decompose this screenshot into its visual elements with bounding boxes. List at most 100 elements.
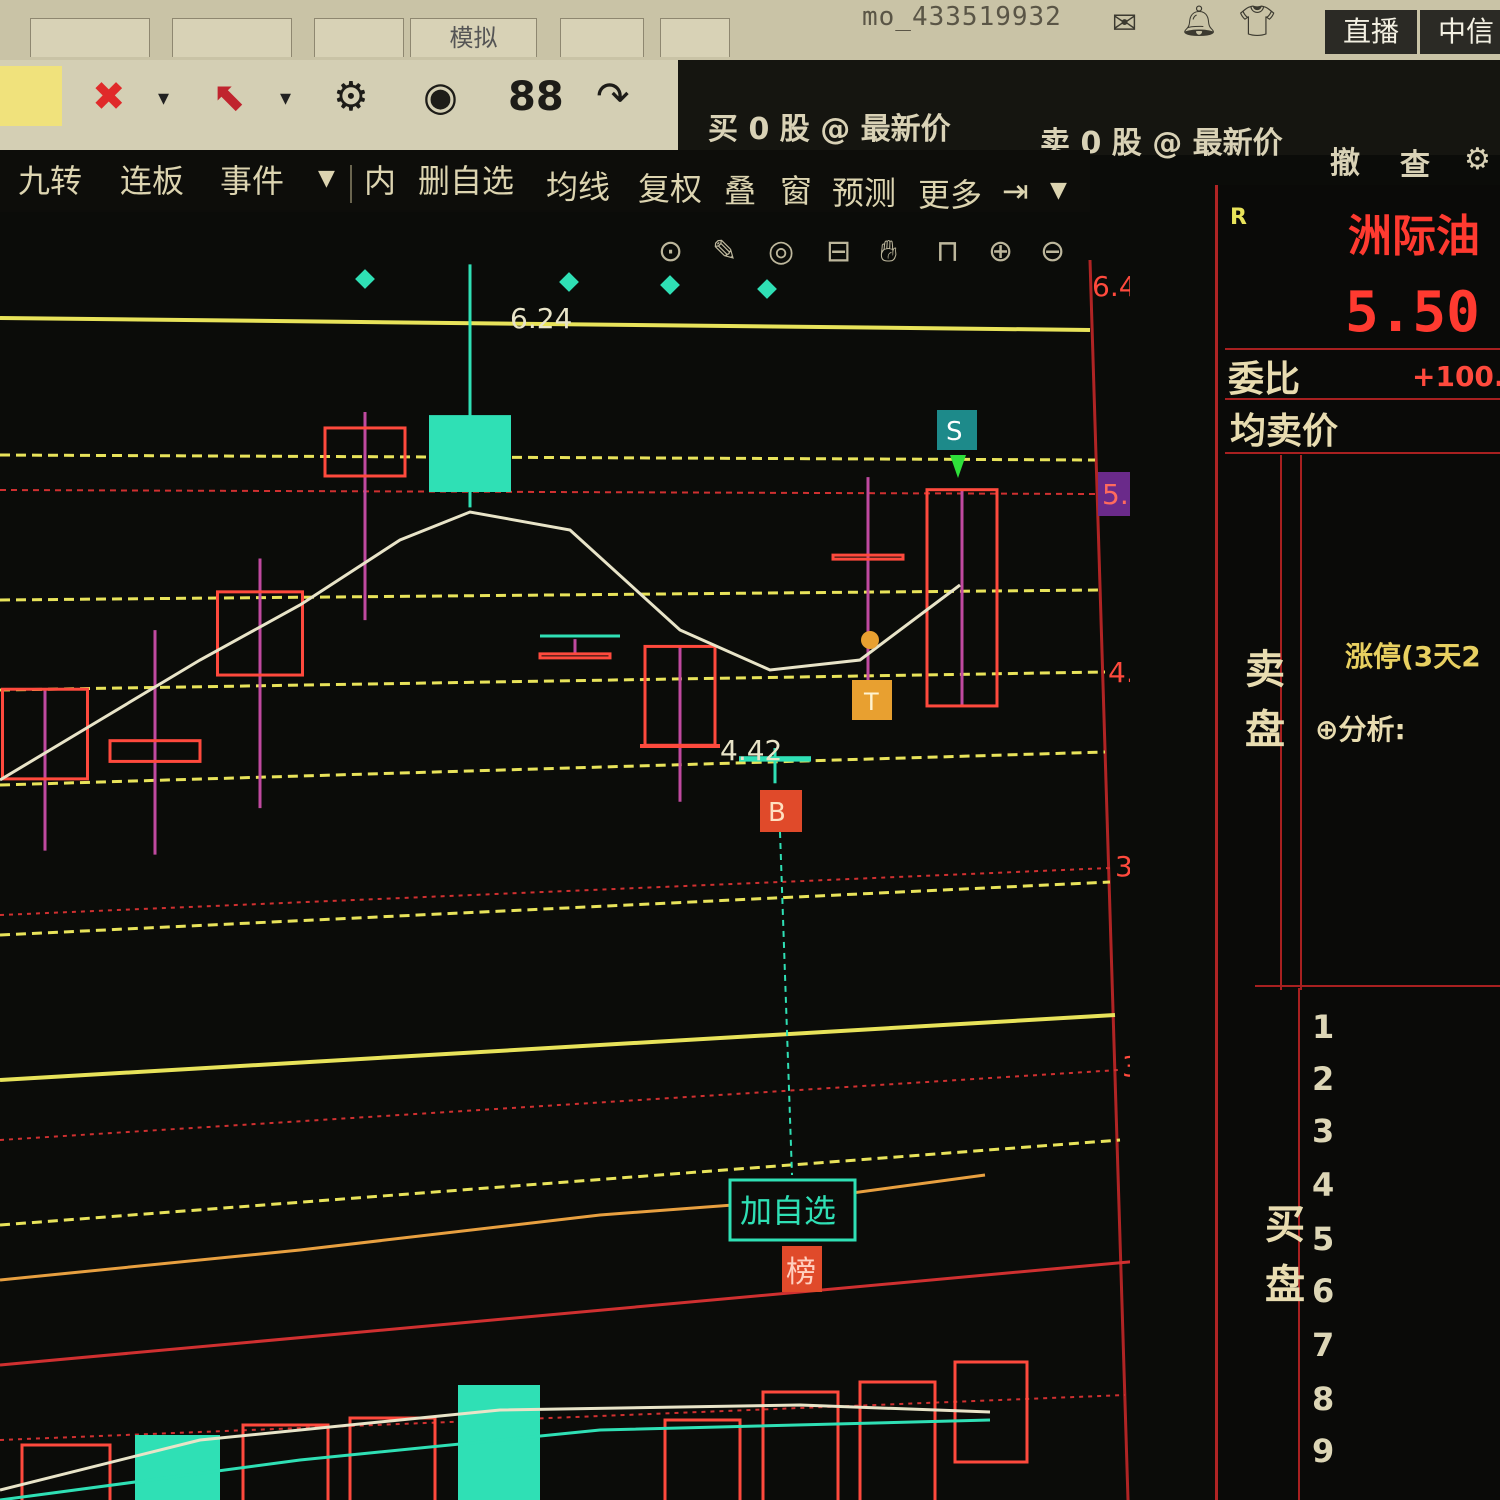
tab-5[interactable]	[560, 18, 644, 57]
volume-panel-divider	[0, 1260, 1130, 1367]
support-line	[0, 1013, 1116, 1082]
guide-line	[0, 880, 1111, 937]
select-cursor-icon[interactable]: ⬉	[212, 74, 246, 120]
guide-line	[0, 588, 1101, 602]
axis-label-low2: 3.87	[1115, 850, 1130, 883]
stock-name: 洲际油	[1348, 211, 1480, 262]
candlestick-chart[interactable]: 6.24 4.42 6.46 5.50 4.73 3.87 3.00 S B T…	[0, 210, 1130, 1500]
t-signal-label: T	[863, 688, 879, 716]
live-button[interactable]: 直播	[1325, 10, 1418, 54]
signal-marker	[559, 272, 579, 292]
weibi-value: +100.	[1412, 360, 1500, 393]
title-bar: 模拟 mo_433519932 ✉ 🔔︎ 👕︎ 直播 中信	[0, 0, 1500, 60]
buy-order-button[interactable]: 买 0 股 @ 最新价	[708, 104, 951, 148]
divider	[1300, 455, 1302, 990]
settings-gear-icon[interactable]: ⚙	[333, 74, 369, 120]
order-book-row: 7	[1312, 1326, 1335, 1364]
signal-marker	[660, 275, 680, 295]
menu-jiuzhuan[interactable]: 九转	[18, 156, 82, 202]
menu-window[interactable]: 窗	[780, 166, 812, 212]
guide-line	[0, 1138, 1121, 1227]
menu-events[interactable]: 事件	[220, 156, 284, 202]
volume-bar	[663, 1418, 742, 1500]
divider	[1225, 452, 1500, 454]
high-price-label: 6.24	[510, 302, 572, 335]
query-button[interactable]: 查	[1400, 140, 1430, 184]
menu-overlay[interactable]: 叠	[724, 166, 756, 212]
order-book-row: 3	[1312, 1112, 1335, 1150]
stock-badge: R	[1230, 205, 1247, 230]
broker-button[interactable]: 中信	[1420, 10, 1500, 54]
buy-side-label: 买盘	[1265, 1202, 1305, 1308]
settings-gear-icon[interactable]: ⚙	[1464, 142, 1491, 177]
signal-marker	[355, 269, 375, 289]
tab-6[interactable]	[660, 18, 730, 57]
chevron-down-icon[interactable]: ▾	[280, 86, 291, 111]
menu-forecast[interactable]: 预测	[832, 168, 896, 214]
sell-arrow-icon	[950, 455, 966, 478]
menu-adjust[interactable]: 复权	[638, 164, 702, 210]
volume-bar	[348, 1416, 437, 1500]
buy-signal-label: B	[768, 798, 786, 828]
menu-remove-watch[interactable]: 删自选	[418, 156, 514, 202]
menu-ma[interactable]: 均线	[546, 162, 610, 208]
analysis-text: 分析:	[1338, 713, 1406, 746]
guide-line	[0, 867, 1111, 916]
candles	[1, 264, 999, 855]
cancel-button[interactable]: 撤	[1330, 138, 1360, 182]
tab-simulate[interactable]: 模拟	[410, 18, 537, 57]
divider	[1225, 398, 1500, 400]
volume-bars	[0, 1360, 1029, 1500]
chevron-down-icon[interactable]: ▼	[1050, 178, 1067, 203]
sell-side-label: 卖盘	[1245, 647, 1285, 753]
signal-marker	[757, 279, 777, 299]
avg-sell-price-label: 均卖价	[1230, 411, 1339, 452]
menu-lianban[interactable]: 连板	[120, 156, 184, 202]
limit-up-label: 涨停(3天2	[1345, 640, 1481, 673]
axis-label-low: 3.00	[1122, 1050, 1130, 1083]
divider	[1255, 985, 1500, 987]
mail-icon[interactable]: ✉	[1112, 6, 1137, 41]
divider	[350, 165, 352, 203]
tab-3[interactable]	[314, 18, 404, 57]
low-price-label: 4.42	[720, 734, 782, 767]
color-swatch[interactable]	[0, 66, 62, 126]
candle-body	[429, 415, 511, 492]
rank-label: 榜	[786, 1255, 816, 1290]
order-book-row: 9	[1312, 1432, 1335, 1470]
username: mo_433519932	[862, 2, 1062, 32]
add-watchlist-label: 加自选	[740, 1192, 836, 1230]
order-book-row: 5	[1312, 1220, 1335, 1258]
order-book-row: 4	[1312, 1166, 1335, 1204]
chevron-down-icon[interactable]: ▼	[318, 166, 335, 191]
sell-signal-label: S	[946, 417, 963, 447]
grid-icon[interactable]: 88	[508, 74, 564, 120]
order-book-row: 6	[1312, 1272, 1335, 1310]
candle-body	[538, 652, 612, 660]
bell-icon[interactable]: 🔔︎	[1180, 4, 1218, 39]
analysis-label[interactable]: ⊕分析:	[1315, 708, 1406, 748]
axis-label-mid: 4.73	[1108, 656, 1130, 689]
t-dot	[861, 631, 879, 649]
expand-icon[interactable]: ⇥	[1002, 172, 1029, 210]
weibi-label: 委比	[1228, 359, 1301, 400]
menu-nei[interactable]: 内	[364, 156, 396, 202]
close-icon[interactable]: ✖	[92, 74, 126, 120]
order-book-row: 1	[1312, 1008, 1335, 1046]
order-book-row: 8	[1312, 1380, 1335, 1418]
order-book-row: 2	[1312, 1060, 1335, 1098]
tab-1[interactable]	[30, 18, 150, 57]
volume-bar	[858, 1380, 937, 1500]
axis-label-current: 5.50	[1102, 478, 1130, 511]
guide-line	[0, 1069, 1119, 1141]
tab-2[interactable]	[172, 18, 292, 57]
shirt-icon[interactable]: 👕︎	[1238, 4, 1276, 39]
axis-label-top: 6.46	[1092, 270, 1130, 303]
guide-line	[0, 453, 1096, 462]
buy-guide-line	[779, 831, 793, 1176]
stock-price: 5.50	[1345, 280, 1480, 345]
eye-icon[interactable]: ◉	[423, 74, 458, 120]
info-icon: ⊕	[1315, 713, 1339, 746]
redo-icon[interactable]: ↷	[596, 74, 630, 120]
chevron-down-icon[interactable]: ▾	[158, 86, 169, 111]
